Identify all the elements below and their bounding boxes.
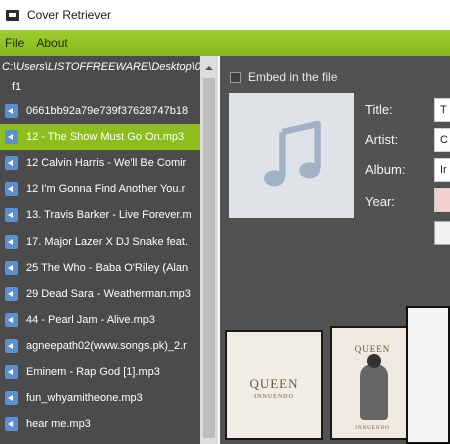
audio-file-icon [5, 391, 18, 406]
file-name: 17. Major Lazer X DJ Snake feat. [26, 235, 189, 248]
title-label: Title: [365, 102, 393, 117]
audio-file-icon [5, 260, 18, 275]
audio-file-icon [5, 286, 18, 301]
scroll-thumb[interactable] [203, 78, 215, 438]
file-item[interactable]: 29 Dead Sara - Weatherman.mp3 [0, 281, 200, 307]
file-item[interactable]: 13. Travis Barker - Live Forever.m [0, 202, 200, 228]
file-name: 25 The Who - Baba O'Riley (Alan [26, 261, 189, 274]
window-title: Cover Retriever [27, 8, 112, 22]
file-item[interactable]: agneepath02(www.songs.pk)_2.r [0, 333, 200, 359]
artist-label: Artist: [365, 132, 399, 147]
audio-file-icon [5, 234, 18, 249]
year-label: Year: [365, 194, 395, 209]
details-panel: Embed in the file Title: Artist: Album: … [220, 56, 450, 444]
menu-file[interactable]: File [0, 36, 30, 50]
audio-file-icon [5, 182, 18, 197]
audio-file-icon [5, 364, 18, 379]
embed-checkbox[interactable] [230, 71, 241, 83]
year-field[interactable] [434, 188, 450, 212]
file-name: 44 - Pearl Jam - Alive.mp3 [26, 313, 155, 326]
album-field[interactable]: Ir [434, 158, 450, 182]
album-1-title: QUEEN [249, 376, 299, 391]
file-name: 29 Dead Sara - Weatherman.mp3 [26, 287, 191, 300]
embed-option[interactable]: Embed in the file [230, 70, 337, 84]
file-list: 0661bb92a79e739f37628747b18 12 - The Show… [0, 98, 200, 437]
audio-file-icon [5, 338, 18, 353]
audio-file-icon [5, 130, 18, 145]
app-icon [6, 9, 19, 21]
file-item[interactable]: 12 I'm Gonna Find Another You.r [0, 176, 200, 202]
file-name: 0661bb92a79e739f37628747b18 [26, 105, 189, 118]
file-list-scrollbar[interactable] [200, 56, 218, 444]
menu-bar: File About [0, 30, 450, 56]
folder-node[interactable]: f1 [0, 78, 200, 98]
album-2-title: QUEEN [354, 344, 391, 354]
file-item[interactable]: 17. Major Lazer X DJ Snake feat. [0, 228, 200, 254]
file-item-selected[interactable]: 12 - The Show Must Go On.mp3 [0, 124, 200, 151]
file-item[interactable]: 0661bb92a79e739f37628747b18 [0, 98, 200, 124]
file-name: 12 Calvin Harris - We'll Be Comir [26, 157, 187, 170]
audio-file-icon [5, 156, 18, 171]
file-item[interactable]: fun_whyamitheone.mp3 [0, 385, 200, 411]
file-item[interactable]: Eminem - Rap God [1].mp3 [0, 359, 200, 385]
title-bar: Cover Retriever [0, 0, 450, 30]
file-item[interactable]: 44 - Pearl Jam - Alive.mp3 [0, 307, 200, 333]
file-item[interactable]: 12 Calvin Harris - We'll Be Comir [0, 150, 200, 176]
file-name: 13. Travis Barker - Live Forever.m [26, 209, 192, 222]
audio-file-icon [5, 417, 18, 432]
artist-field[interactable]: C [434, 128, 450, 152]
album-1-subtitle: INNUENDO [254, 394, 294, 400]
music-note-icon [263, 120, 321, 186]
action-button[interactable] [434, 221, 450, 245]
album-cover-2[interactable]: QUEEN INNUENDO [330, 326, 415, 440]
album-cover-1[interactable]: QUEEN INNUENDO [225, 330, 323, 440]
file-name: Eminem - Rap God [1].mp3 [26, 365, 160, 378]
title-field[interactable]: T [434, 98, 450, 122]
audio-file-icon [5, 208, 18, 223]
file-name: 12 - The Show Must Go On.mp3 [26, 131, 185, 144]
folder-path[interactable]: C:\Users\LISTOFFREEWARE\Desktop\0 [0, 56, 200, 78]
album-art-figure [360, 354, 388, 420]
album-cover-3[interactable] [406, 306, 450, 444]
embed-label: Embed in the file [248, 70, 338, 84]
file-name: agneepath02(www.songs.pk)_2.r [26, 339, 187, 352]
album-label: Album: [365, 162, 406, 177]
file-name: 12 I'm Gonna Find Another You.r [26, 183, 186, 196]
audio-file-icon [5, 312, 18, 327]
file-list-panel: C:\Users\LISTOFFREEWARE\Desktop\0 f1 066… [0, 56, 200, 444]
audio-file-icon [5, 104, 18, 119]
file-item[interactable]: hear me.mp3 [0, 411, 200, 437]
album-2-subtitle: INNUENDO [355, 426, 390, 431]
file-item[interactable]: 25 The Who - Baba O'Riley (Alan [0, 255, 200, 281]
file-name: hear me.mp3 [26, 418, 91, 431]
file-name: fun_whyamitheone.mp3 [26, 392, 143, 405]
menu-about[interactable]: About [30, 36, 73, 50]
album-cover-flow[interactable]: QUEEN INNUENDO QUEEN INNUENDO [220, 306, 450, 444]
cover-art-placeholder [229, 93, 354, 218]
scroll-up-arrow-icon[interactable] [200, 62, 218, 74]
